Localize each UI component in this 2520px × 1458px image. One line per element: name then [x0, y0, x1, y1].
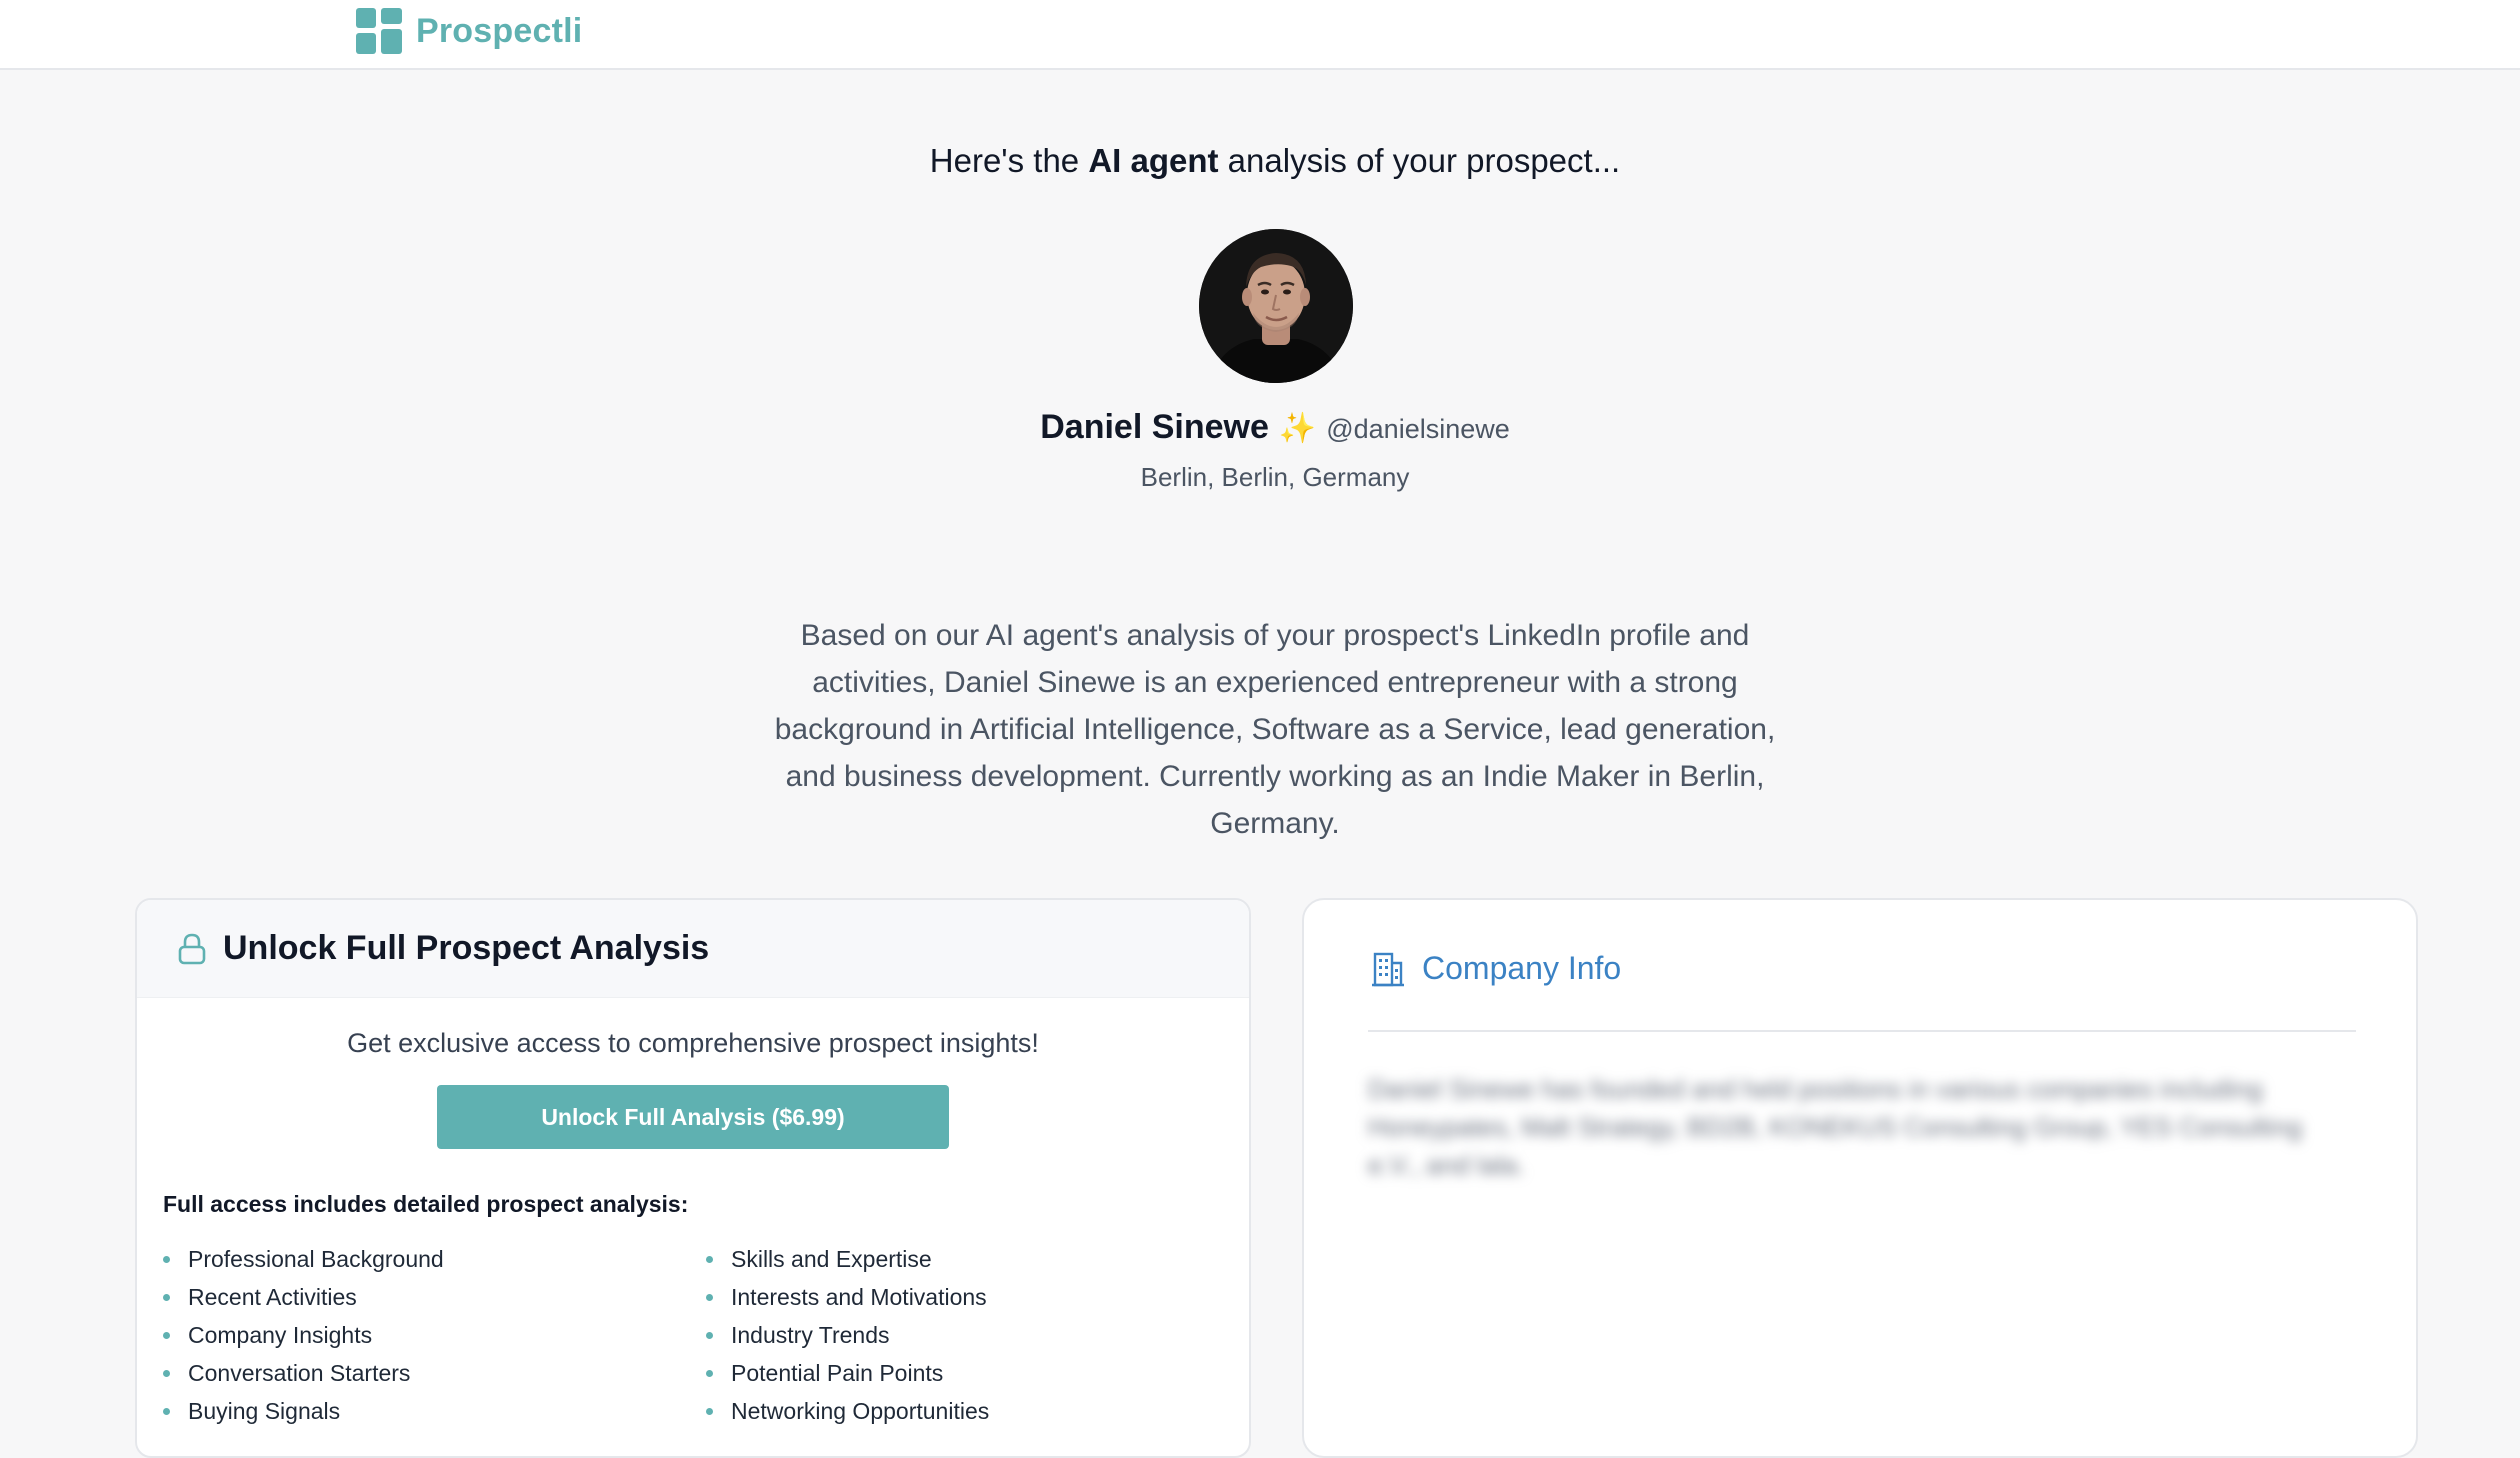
- list-item: Company Insights: [163, 1316, 706, 1354]
- prospect-location: Berlin, Berlin, Germany: [1140, 462, 1410, 492]
- divider: [1368, 1030, 2356, 1032]
- heading-highlight: AI agent: [1088, 142, 1219, 179]
- bullet-icon: [163, 1293, 170, 1301]
- unlock-full-analysis-button[interactable]: Unlock Full Analysis ($6.99): [437, 1085, 949, 1149]
- company-info-card: Company Info Daniel Sinewe has founded a…: [1302, 898, 2418, 1458]
- list-item: Conversation Starters: [163, 1354, 706, 1392]
- bullet-icon: [706, 1293, 713, 1301]
- heading-prefix: Here's the: [929, 142, 1089, 179]
- list-item: Buying Signals: [163, 1392, 706, 1430]
- building-icon: [1372, 952, 1404, 987]
- company-info-title: Company Info: [1422, 949, 1622, 986]
- unlock-analysis-card: Unlock Full Prospect Analysis Get exclus…: [135, 898, 1251, 1458]
- prospect-name: Daniel Sinewe: [1040, 408, 1269, 446]
- page-heading: Here's the AI agent analysis of your pro…: [0, 142, 2520, 180]
- top-navigation-bar: Prospectli: [0, 0, 2520, 70]
- list-item: Networking Opportunities: [706, 1392, 1249, 1430]
- unlock-card-header: Unlock Full Prospect Analysis: [137, 900, 1249, 998]
- bullet-icon: [163, 1331, 170, 1339]
- bullet-icon: [706, 1369, 713, 1377]
- bullet-icon: [706, 1407, 713, 1415]
- prospect-identity: Daniel Sinewe ✨ @danielsinewe: [0, 408, 2520, 447]
- sparkle-icon: ✨: [1278, 412, 1317, 445]
- unlock-subtitle: Get exclusive access to comprehensive pr…: [347, 1028, 1039, 1058]
- list-item: Recent Activities: [163, 1278, 706, 1316]
- brand-home-link[interactable]: Prospectli: [356, 8, 582, 54]
- heading-suffix: analysis of your prospect...: [1218, 142, 1621, 179]
- feature-list-left: Professional Background Recent Activitie…: [163, 1240, 706, 1430]
- brand-name: Prospectli: [416, 11, 583, 50]
- bullet-icon: [706, 1331, 713, 1339]
- feature-list: Professional Background Recent Activitie…: [163, 1240, 1249, 1430]
- bullet-icon: [163, 1407, 170, 1415]
- includes-heading: Full access includes detailed prospect a…: [163, 1191, 689, 1217]
- company-info-header: Company Info: [1368, 948, 1621, 988]
- profile-photo-icon: [1199, 229, 1353, 383]
- prospect-handle: @danielsinewe: [1326, 414, 1510, 444]
- list-item: Interests and Motivations: [706, 1278, 1249, 1316]
- unlock-card-title: Unlock Full Prospect Analysis: [223, 929, 710, 967]
- feature-list-right: Skills and Expertise Interests and Motiv…: [706, 1240, 1249, 1430]
- analysis-summary: Based on our AI agent's analysis of your…: [774, 619, 1776, 840]
- lock-icon: [178, 933, 206, 964]
- list-item: Industry Trends: [706, 1316, 1249, 1354]
- bullet-icon: [163, 1369, 170, 1377]
- grid-logo-icon: [356, 8, 402, 54]
- bullet-icon: [163, 1255, 170, 1263]
- list-item: Skills and Expertise: [706, 1240, 1249, 1278]
- list-item: Professional Background: [163, 1240, 706, 1278]
- list-item: Potential Pain Points: [706, 1354, 1249, 1392]
- avatar: [1199, 229, 1353, 383]
- bullet-icon: [706, 1255, 713, 1263]
- company-info-text-blurred: Daniel Sinewe has founded and held posit…: [1368, 1074, 2303, 1180]
